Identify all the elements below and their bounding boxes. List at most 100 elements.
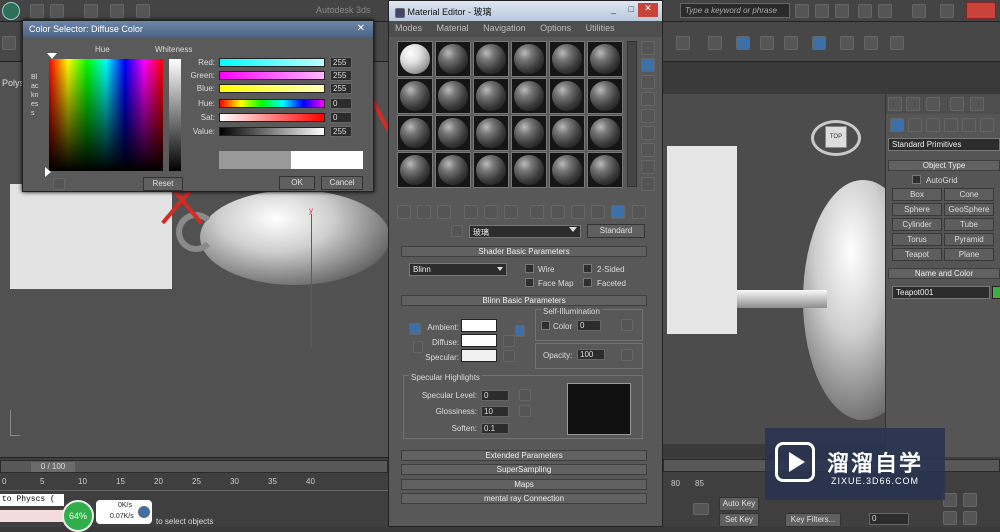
sample-slot[interactable] [435,115,471,151]
sample-slot[interactable] [511,41,547,77]
material-editor-icon[interactable] [812,36,826,50]
sample-slot[interactable] [473,41,509,77]
primitive-button[interactable]: Cone [944,188,994,201]
video-color-check-icon[interactable] [641,109,655,123]
diffuse-color-swatch[interactable] [461,334,497,347]
time-slider[interactable]: 0 / 100 [0,460,388,473]
primitive-button[interactable]: Cylinder [892,218,942,231]
blackness-marker-icon[interactable] [45,167,51,177]
sample-slot[interactable] [397,152,433,188]
get-material-icon[interactable] [397,205,411,219]
project-folder-icon[interactable] [136,4,150,18]
material-navigator-icon[interactable] [641,177,655,191]
menu-utilities[interactable]: Utilities [580,21,621,35]
link-chain-icon[interactable] [413,341,423,353]
menu-modes[interactable]: Modes [389,21,428,35]
make-unique-icon[interactable] [504,205,519,219]
hue-marker-icon[interactable] [47,53,57,59]
snaps-toggle-icon[interactable] [676,36,690,50]
show-map-icon[interactable] [570,205,585,219]
minimize-icon[interactable] [912,4,926,18]
sample-slot[interactable] [435,41,471,77]
pick-material-icon[interactable] [451,225,463,237]
supersampling-rollout[interactable]: SuperSampling [401,464,647,475]
self-illum-color-checkbox[interactable] [541,321,550,330]
specular-map-icon[interactable] [503,350,515,362]
restore-icon[interactable] [940,4,954,18]
primitive-button[interactable]: Pyramid [944,233,994,246]
object-type-rollout[interactable]: Object Type [888,160,1000,171]
whiteness-slider[interactable] [169,59,181,171]
blinn-params-rollout[interactable]: Blinn Basic Parameters [401,295,647,306]
redo-icon[interactable] [110,4,124,18]
menu-navigation[interactable]: Navigation [477,21,532,35]
set-key-button[interactable]: Set Key [719,513,759,527]
material-id-icon[interactable] [550,205,565,219]
shader-chevron-icon[interactable] [497,267,503,271]
hue-spinner[interactable]: 0 [330,98,352,109]
sample-slot[interactable] [473,78,509,114]
curve-editor-icon[interactable] [760,36,774,50]
category-dropdown[interactable]: Standard Primitives [888,138,1000,151]
select-by-material-icon[interactable] [641,160,655,174]
red-spinner[interactable]: 255 [330,57,352,68]
two-sided-checkbox[interactable] [583,264,592,273]
sample-slot[interactable] [473,115,509,151]
helpers-icon[interactable] [962,118,976,132]
reset-button[interactable]: Reset [143,177,183,191]
primitive-button[interactable]: GeoSphere [944,203,994,216]
sample-type-icon[interactable] [641,41,655,55]
reset-map-icon[interactable] [463,205,478,219]
maxscript-listener[interactable]: to Physcs ( [0,494,64,506]
favorites-star-icon[interactable] [858,4,872,18]
object-color-swatch[interactable] [992,286,1000,299]
sample-slot[interactable] [587,152,623,188]
ok-button[interactable]: OK [279,176,315,190]
make-preview-icon[interactable] [641,126,655,140]
search-input[interactable]: Type a keyword or phrase [680,3,790,18]
show-end-result-icon[interactable] [591,205,606,219]
lights-icon[interactable] [926,118,940,132]
autogrid-checkbox[interactable] [912,175,921,184]
primitive-button[interactable]: Box [892,188,942,201]
red-slider[interactable] [219,58,325,67]
modify-tab-icon[interactable] [906,97,920,111]
extended-params-rollout[interactable]: Extended Parameters [401,450,647,461]
maps-rollout[interactable]: Maps [401,479,647,490]
green-spinner[interactable]: 255 [330,70,352,81]
hue-blackness-picker[interactable] [49,59,163,171]
material-type-button[interactable]: Standard [587,224,645,238]
viewcube-top[interactable]: TOP [825,126,847,148]
background-icon[interactable] [641,75,655,89]
sample-slot[interactable] [511,78,547,114]
put-to-scene-icon[interactable] [417,205,432,219]
sample-slot[interactable] [549,152,585,188]
spec-level-spinner[interactable]: 0 [481,390,509,401]
render-frame-icon[interactable] [864,36,878,50]
viewport-right[interactable]: TOP [663,94,923,444]
glossiness-spinner[interactable]: 10 [481,406,509,417]
put-to-library-icon[interactable] [530,205,545,219]
cameras-icon[interactable] [944,118,958,132]
wire-checkbox[interactable] [525,264,534,273]
sample-slot[interactable] [549,78,585,114]
green-slider[interactable] [219,71,325,80]
mirror-icon[interactable] [736,36,750,50]
sat-slider[interactable] [219,113,325,122]
primitive-button[interactable]: Plane [944,248,994,261]
teapot-object[interactable] [200,190,390,285]
shapes-icon[interactable] [908,118,922,132]
faceted-checkbox[interactable] [583,278,592,287]
sample-slot[interactable] [587,41,623,77]
named-selection-icon[interactable] [708,36,722,50]
menu-options[interactable]: Options [534,21,577,35]
backlight-icon[interactable] [641,58,655,72]
maxscript-output[interactable] [0,510,64,522]
sample-slot[interactable] [397,115,433,151]
glossiness-map-icon[interactable] [519,405,531,417]
menu-material[interactable]: Material [431,21,475,35]
track-bar[interactable]: 0 5 10 15 20 25 30 35 40 [0,475,388,491]
opacity-map-icon[interactable] [621,349,633,361]
new-file-icon[interactable] [30,4,44,18]
key-icon[interactable] [693,503,709,515]
